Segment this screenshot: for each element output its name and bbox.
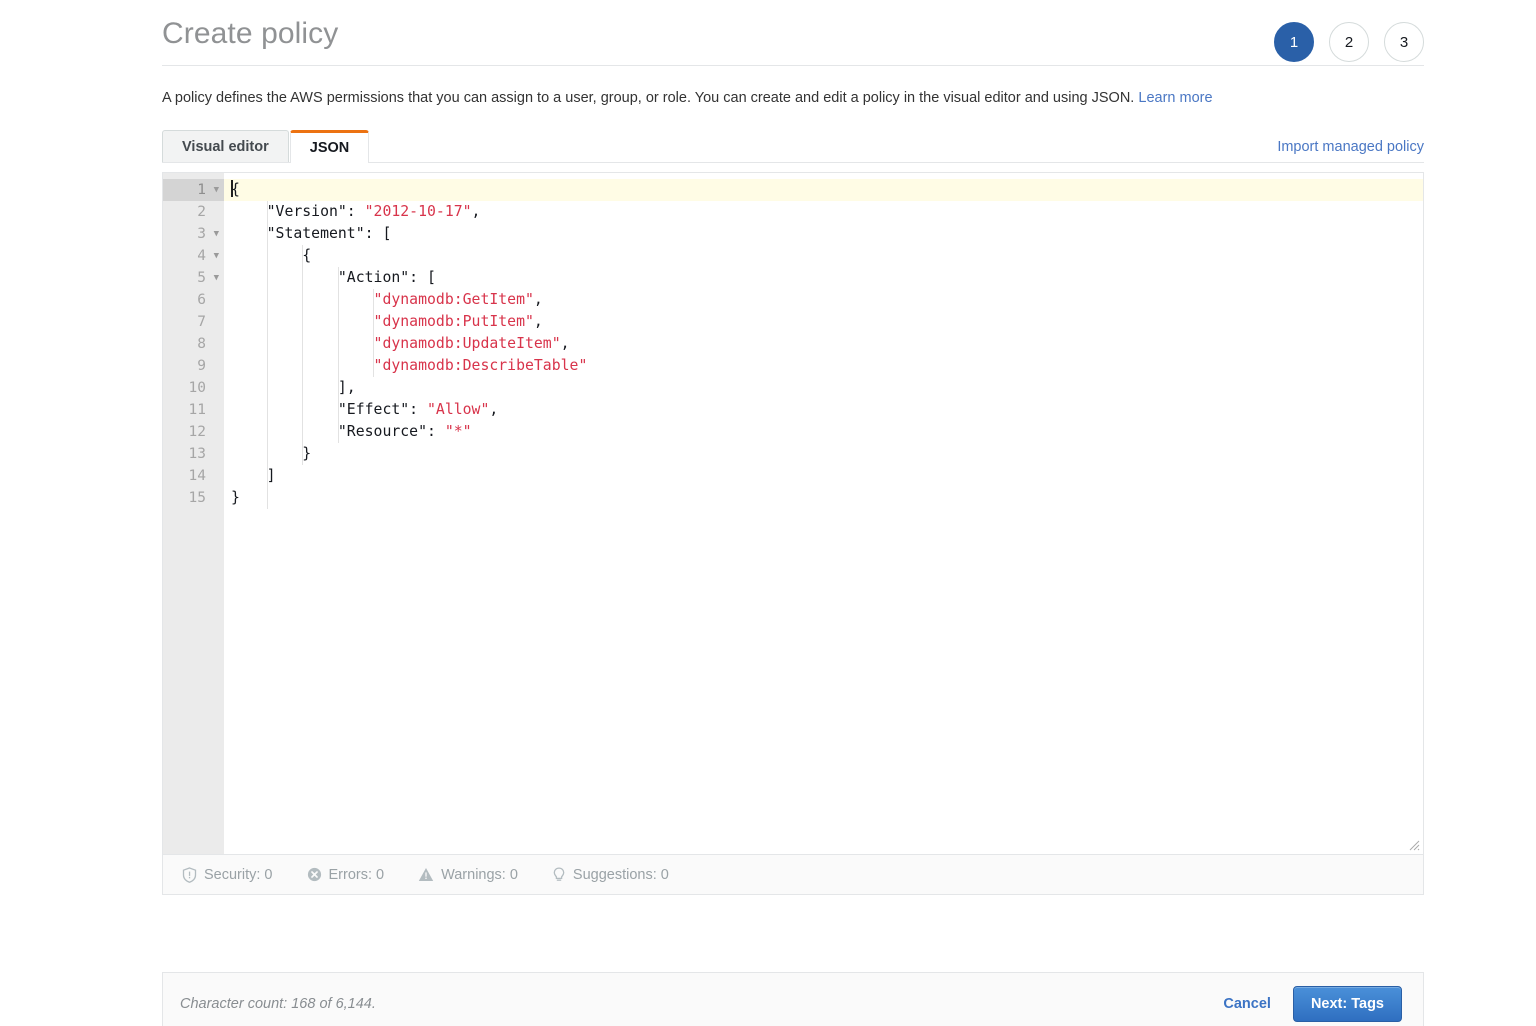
gutter-line: 6	[163, 289, 224, 311]
editor-tabs: Visual editor JSON Import managed policy	[162, 129, 1424, 163]
code-line: {	[224, 179, 1423, 201]
gutter-line: 7	[163, 311, 224, 333]
page-description: A policy defines the AWS permissions tha…	[162, 66, 1424, 108]
character-count: Character count: 168 of 6,144.	[180, 996, 376, 1012]
gutter-line: 9	[163, 355, 224, 377]
status-suggestions-label: Suggestions: 0	[573, 867, 669, 883]
gutter-line: 1▼	[163, 179, 224, 201]
code-token-str: "dynamodb:GetItem"	[374, 291, 534, 308]
code-token-punc: ,	[472, 203, 481, 220]
fold-toggle-icon[interactable]: ▼	[214, 179, 219, 201]
code-token-key	[231, 357, 374, 374]
code-line: "Statement": [	[224, 223, 1423, 245]
code-token-str: "dynamodb:UpdateItem"	[374, 335, 561, 352]
code-token-punc: {	[231, 181, 240, 198]
code-token-str: "dynamodb:DescribeTable"	[374, 357, 588, 374]
step-indicator: 1 2 3	[1274, 22, 1424, 62]
page-header: Create policy 1 2 3	[162, 0, 1424, 66]
code-line: "Resource": "*"	[224, 421, 1423, 443]
gutter-line: 4▼	[163, 245, 224, 267]
code-token-key	[231, 291, 374, 308]
editor-statusbar: Security: 0 Errors: 0	[163, 854, 1423, 894]
editor-resize-handle[interactable]	[1406, 837, 1420, 851]
gutter-line: 5▼	[163, 267, 224, 289]
code-line: "Effect": "Allow",	[224, 399, 1423, 421]
code-token-key: "Effect":	[231, 401, 427, 418]
code-token-punc: ,	[489, 401, 498, 418]
page-footer: Character count: 168 of 6,144. Cancel Ne…	[162, 972, 1424, 1026]
code-token-str: "dynamodb:PutItem"	[374, 313, 534, 330]
status-errors-label: Errors: 0	[329, 867, 385, 883]
code-line: "dynamodb:DescribeTable"	[224, 355, 1423, 377]
error-icon	[307, 867, 322, 882]
code-line: "dynamodb:GetItem",	[224, 289, 1423, 311]
status-security[interactable]: Security: 0	[182, 867, 273, 883]
import-managed-policy-link[interactable]: Import managed policy	[1277, 139, 1424, 155]
status-suggestions[interactable]: Suggestions: 0	[552, 867, 669, 883]
create-policy-page: Create policy 1 2 3 A policy defines the…	[0, 0, 1536, 1026]
footer-actions: Cancel Next: Tags	[1223, 986, 1402, 1022]
code-token-key: }	[231, 445, 311, 462]
gutter-line: 13	[163, 443, 224, 465]
lightbulb-icon	[552, 867, 566, 883]
gutter-line: 10	[163, 377, 224, 399]
json-editor-panel: 1▼23▼4▼5▼6789101112131415 { "Version": "…	[162, 172, 1424, 895]
status-warnings-label: Warnings: 0	[441, 867, 518, 883]
code-token-key: }	[231, 489, 240, 506]
code-line: {	[224, 245, 1423, 267]
tab-json[interactable]: JSON	[290, 130, 370, 163]
code-token-key	[231, 313, 374, 330]
code-token-key	[231, 335, 374, 352]
code-token-key: "Statement": [	[231, 225, 391, 242]
code-token-str: "2012-10-17"	[365, 203, 472, 220]
cancel-button[interactable]: Cancel	[1223, 996, 1271, 1012]
code-token-key: ]	[231, 467, 276, 484]
step-2[interactable]: 2	[1329, 22, 1369, 62]
editor-code-area[interactable]: { "Version": "2012-10-17", "Statement": …	[224, 173, 1423, 854]
code-token-punc: ,	[561, 335, 570, 352]
code-token-key: "Action": [	[231, 269, 436, 286]
warning-icon	[418, 867, 434, 882]
page-title: Create policy	[162, 14, 1424, 54]
fold-toggle-icon[interactable]: ▼	[214, 267, 219, 289]
code-token-punc: ,	[534, 291, 543, 308]
code-line: "Version": "2012-10-17",	[224, 201, 1423, 223]
tab-visual-editor[interactable]: Visual editor	[162, 130, 289, 162]
fold-toggle-icon[interactable]: ▼	[214, 245, 219, 267]
shield-icon	[182, 867, 197, 883]
status-errors[interactable]: Errors: 0	[307, 867, 385, 883]
code-line: ],	[224, 377, 1423, 399]
next-tags-button[interactable]: Next: Tags	[1293, 986, 1402, 1022]
fold-toggle-icon[interactable]: ▼	[214, 223, 219, 245]
editor-gutter: 1▼23▼4▼5▼6789101112131415	[163, 173, 224, 854]
gutter-line: 2	[163, 201, 224, 223]
status-warnings[interactable]: Warnings: 0	[418, 867, 518, 883]
code-line: }	[224, 443, 1423, 465]
gutter-line: 8	[163, 333, 224, 355]
gutter-line: 11	[163, 399, 224, 421]
step-1[interactable]: 1	[1274, 22, 1314, 62]
code-token-str: "Allow"	[427, 401, 489, 418]
gutter-line: 14	[163, 465, 224, 487]
gutter-line: 15	[163, 487, 224, 509]
code-line: ]	[224, 465, 1423, 487]
json-editor[interactable]: 1▼23▼4▼5▼6789101112131415 { "Version": "…	[163, 173, 1423, 854]
code-line: "Action": [	[224, 267, 1423, 289]
status-security-label: Security: 0	[204, 867, 273, 883]
code-token-punc: ,	[534, 313, 543, 330]
code-token-key: {	[231, 247, 311, 264]
step-3[interactable]: 3	[1384, 22, 1424, 62]
code-line: "dynamodb:UpdateItem",	[224, 333, 1423, 355]
code-token-str: "*"	[445, 423, 472, 440]
gutter-line: 12	[163, 421, 224, 443]
code-token-key: "Version":	[231, 203, 365, 220]
code-token-key: "Resource":	[231, 423, 445, 440]
code-token-key: ],	[231, 379, 356, 396]
code-line: }	[224, 487, 1423, 509]
learn-more-link[interactable]: Learn more	[1138, 90, 1212, 106]
description-text: A policy defines the AWS permissions tha…	[162, 90, 1134, 106]
code-line: "dynamodb:PutItem",	[224, 311, 1423, 333]
gutter-line: 3▼	[163, 223, 224, 245]
